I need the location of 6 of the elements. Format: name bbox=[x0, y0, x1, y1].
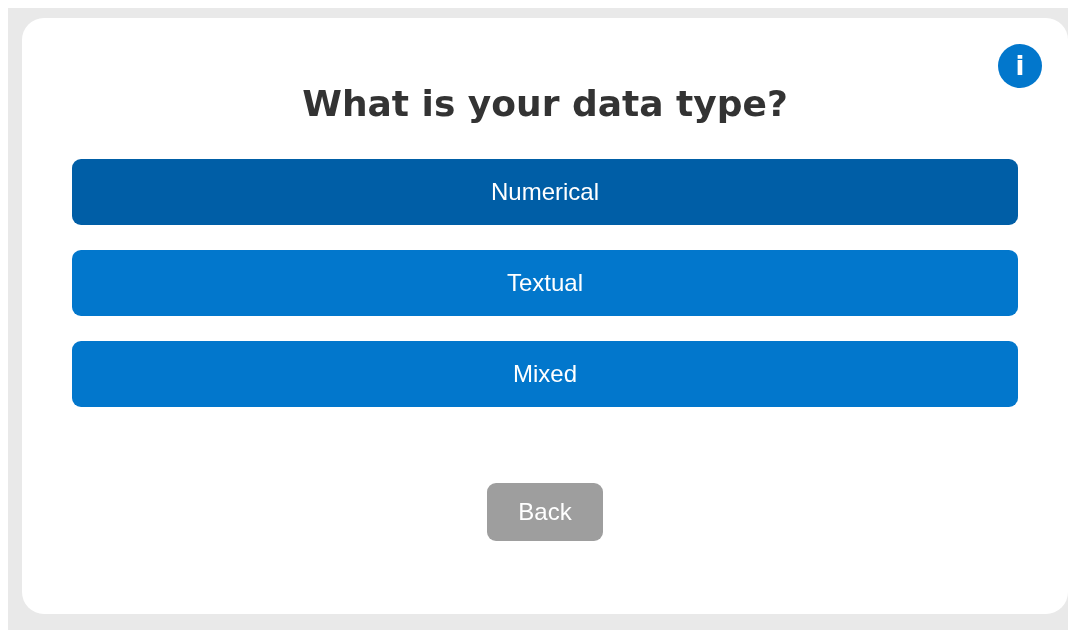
option-button[interactable]: Textual bbox=[72, 250, 1018, 316]
option-button[interactable]: Numerical bbox=[72, 159, 1018, 225]
back-button[interactable]: Back bbox=[487, 483, 603, 541]
question-title: What is your data type? bbox=[301, 82, 789, 126]
info-button[interactable]: i bbox=[998, 44, 1042, 88]
option-button[interactable]: Mixed bbox=[72, 341, 1018, 407]
